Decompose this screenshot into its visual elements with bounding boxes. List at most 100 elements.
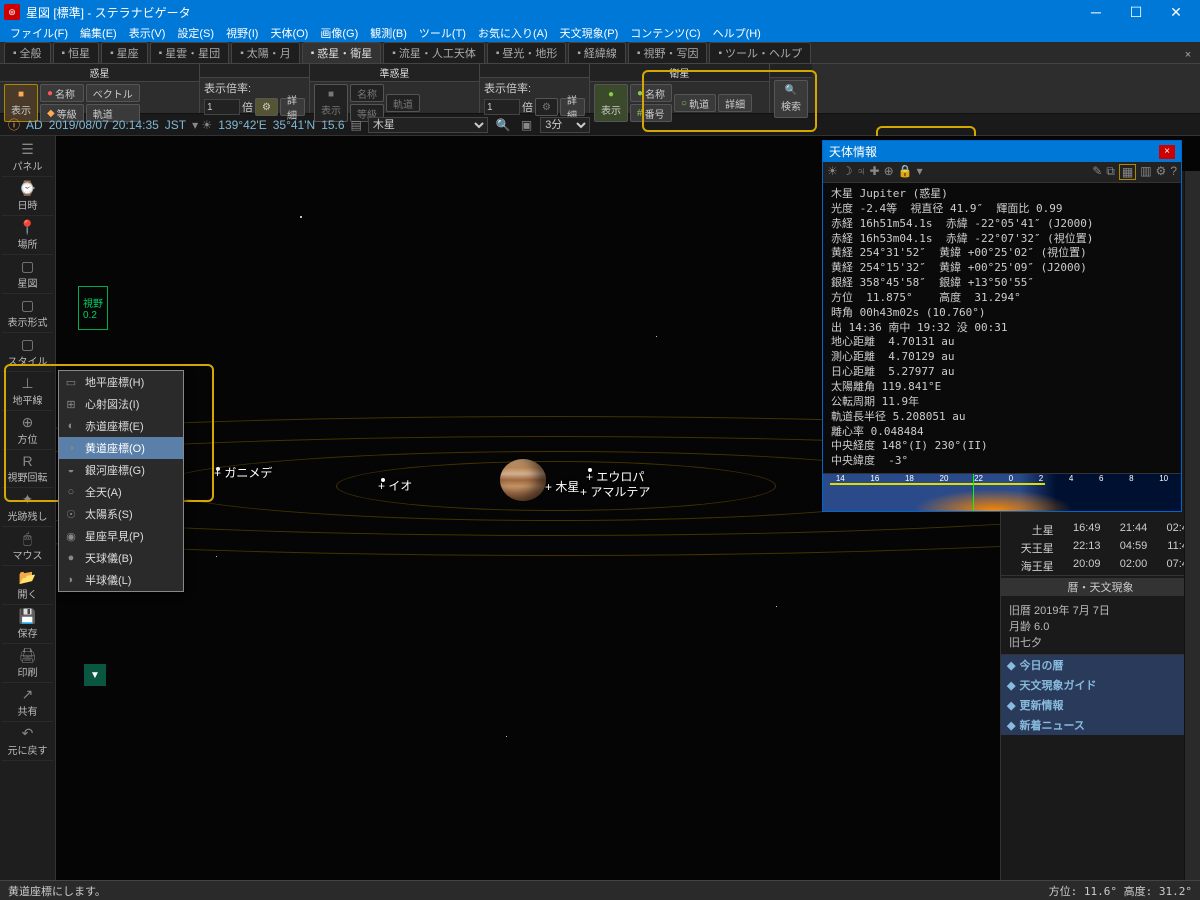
sky-label: + ガニメデ — [214, 464, 272, 481]
menu-item-心射図法(I)[interactable]: ⊞心射図法(I) — [59, 393, 183, 415]
right-link[interactable]: ◆ 更新情報 — [1001, 695, 1200, 715]
tab-7[interactable]: ▪昼光・地形 — [487, 42, 567, 63]
leftpanel-地平線[interactable]: ⊥地平線 — [2, 372, 53, 411]
menu-item[interactable]: 設定(S) — [171, 25, 220, 41]
toolbar: 惑星 ■表示 ●名称 ◆等級 ベクトル 軌道 表示倍率: 倍 ⚙ 詳細 準惑星 — [0, 64, 1200, 114]
menu-item[interactable]: ツール(T) — [413, 25, 472, 41]
menu-item[interactable]: お気に入り(A) — [472, 25, 554, 41]
info-title[interactable]: 天体情報 × — [823, 141, 1181, 162]
datetime-display[interactable]: 2019/08/07 20:14:35 — [49, 118, 159, 132]
minimize-button[interactable]: ─ — [1076, 0, 1116, 24]
tab-4[interactable]: ▪太陽・月 — [231, 42, 300, 63]
sun-icon[interactable]: ☀ — [827, 164, 838, 180]
menu-item-太陽系(S)[interactable]: ☉太陽系(S) — [59, 503, 183, 525]
dwarf-mag-gear[interactable]: ⚙ — [535, 98, 558, 116]
tab-10[interactable]: ▪ツール・ヘルプ — [709, 42, 811, 63]
dwarf-mag-input[interactable] — [484, 99, 520, 115]
leftpanel-場所[interactable]: 📍場所 — [2, 216, 53, 255]
chart-icon[interactable]: ▦ — [1119, 164, 1136, 180]
menu-item-星座早見(P)[interactable]: ◉星座早見(P) — [59, 525, 183, 547]
dwarf-orbit-button[interactable]: 軌道 — [386, 94, 420, 112]
sat-name-button[interactable]: ●名称 — [630, 84, 672, 102]
leftpanel-視野回転[interactable]: R視野回転 — [2, 450, 53, 488]
tab-2[interactable]: ▪星座 — [101, 42, 148, 63]
sat-detail-button[interactable]: 詳細 — [718, 94, 752, 112]
tab-1[interactable]: ▪恒星 — [53, 42, 100, 63]
leftpanel-方位[interactable]: ⊕方位 — [2, 411, 53, 450]
leftpanel-表示形式[interactable]: ▢表示形式 — [2, 294, 53, 333]
leftpanel-保存[interactable]: 💾保存 — [2, 605, 53, 644]
menu-item[interactable]: 編集(E) — [74, 25, 123, 41]
planet-vector-button[interactable]: ベクトル — [86, 84, 140, 102]
dwarf-show-button[interactable]: ■表示 — [314, 84, 348, 122]
tab-3[interactable]: ▪星雲・星団 — [150, 42, 230, 63]
menu-item-銀河座標(G)[interactable]: ◒銀河座標(G) — [59, 459, 183, 481]
scrollbar[interactable] — [1184, 171, 1200, 880]
menu-item[interactable]: ヘルプ(H) — [707, 25, 767, 41]
menu-item-地平座標(H)[interactable]: ▭地平座標(H) — [59, 371, 183, 393]
menu-item-赤道座標(E)[interactable]: ◐赤道座標(E) — [59, 415, 183, 437]
copy-icon[interactable]: ⧉ — [1106, 164, 1115, 180]
sat-show-button[interactable]: ●表示 — [594, 84, 628, 122]
planet-mag-input[interactable] — [204, 99, 240, 115]
sat-orbit-button[interactable]: ○軌道 — [674, 94, 716, 112]
tab-5[interactable]: ▪惑星・衛星 — [302, 42, 382, 63]
sat-number-button[interactable]: #番号 — [630, 104, 672, 122]
menu-item[interactable]: 視野(I) — [220, 25, 264, 41]
target-select[interactable]: 木星 — [368, 117, 488, 133]
target-icon[interactable]: ⊕ — [884, 164, 894, 180]
tab-9[interactable]: ▪視野・写因 — [628, 42, 708, 63]
leftpanel-星図[interactable]: ▢星図 — [2, 255, 53, 294]
leftpanel-共有[interactable]: ↗共有 — [2, 683, 53, 722]
tab-6[interactable]: ▪流星・人工天体 — [383, 42, 485, 63]
leftpanel-スタイル[interactable]: ▢スタイル — [2, 333, 53, 372]
edit-icon[interactable]: ✎ — [1092, 164, 1102, 180]
menu-item[interactable]: 観測(B) — [364, 25, 413, 41]
zoom-out-icon[interactable]: 🔍 — [494, 118, 513, 132]
right-link[interactable]: ◆ 天文現象ガイド — [1001, 675, 1200, 695]
gear-icon[interactable]: ⚙ — [1156, 164, 1167, 180]
tab-8[interactable]: ▪経緯線 — [568, 42, 626, 63]
menu-item[interactable]: 天体(O) — [264, 25, 314, 41]
maximize-button[interactable]: ☐ — [1116, 0, 1156, 24]
dwarf-detail-button[interactable]: 詳細 — [560, 98, 585, 116]
help-icon[interactable]: ? — [1170, 164, 1177, 180]
layers-icon[interactable]: ▥ — [1140, 164, 1151, 180]
menu-item[interactable]: コンテンツ(C) — [624, 25, 706, 41]
close-button[interactable]: ✕ — [1156, 0, 1196, 24]
search-button[interactable]: 🔍検索 — [774, 80, 808, 118]
leftpanel-光跡残し[interactable]: ✦光跡残し — [2, 488, 53, 527]
interval-select[interactable]: 3分 — [540, 117, 590, 133]
menu-item-半球儀(L)[interactable]: ◗半球儀(L) — [59, 569, 183, 591]
menu-item-全天(A)[interactable]: ○全天(A) — [59, 481, 183, 503]
tab-0[interactable]: ▪全般 — [4, 42, 51, 63]
chevron-down-icon[interactable]: ▾ — [917, 164, 923, 180]
menu-item-黄道座標(O)[interactable]: ◑黄道座標(O) — [59, 437, 183, 459]
moon-icon[interactable]: ☽ — [842, 164, 853, 180]
info-close-button[interactable]: × — [1159, 145, 1175, 159]
dwarf-name-button[interactable]: 名称 — [350, 84, 384, 102]
planet-icon[interactable]: ♃ — [857, 164, 866, 180]
menu-item[interactable]: 天文現象(P) — [554, 25, 625, 41]
leftpanel-印刷[interactable]: 🖨印刷 — [2, 644, 53, 683]
lock-icon[interactable]: 🔒 — [898, 164, 913, 180]
menu-item[interactable]: ファイル(F) — [4, 25, 74, 41]
planet-name-button[interactable]: ●名称 — [40, 84, 84, 102]
menu-item[interactable]: 画像(G) — [314, 25, 364, 41]
cross-icon[interactable]: ✚ — [870, 164, 880, 180]
goto-icon[interactable]: ▣ — [519, 118, 534, 132]
right-link[interactable]: ◆ 新着ニュース — [1001, 715, 1200, 735]
menu-item-天球儀(B)[interactable]: ●天球儀(B) — [59, 547, 183, 569]
right-link[interactable]: ◆ 今日の暦 — [1001, 655, 1200, 675]
planet-jupiter[interactable] — [500, 459, 546, 501]
leftpanel-開く[interactable]: 📂開く — [2, 566, 53, 605]
leftpanel-元に戻す[interactable]: ↶元に戻す — [2, 722, 53, 761]
leftpanel-日時[interactable]: ⌚日時 — [2, 177, 53, 216]
menu-item[interactable]: 表示(V) — [123, 25, 172, 41]
leftpanel-パネル[interactable]: ☰パネル — [2, 138, 53, 177]
planet-mag-gear[interactable]: ⚙ — [255, 98, 278, 116]
leftpanel-マウス[interactable]: 🖱マウス — [2, 527, 53, 566]
play-marker[interactable]: ▼ — [84, 664, 106, 686]
tabs-close[interactable]: × — [1180, 47, 1196, 63]
planet-detail-button[interactable]: 詳細 — [280, 98, 305, 116]
